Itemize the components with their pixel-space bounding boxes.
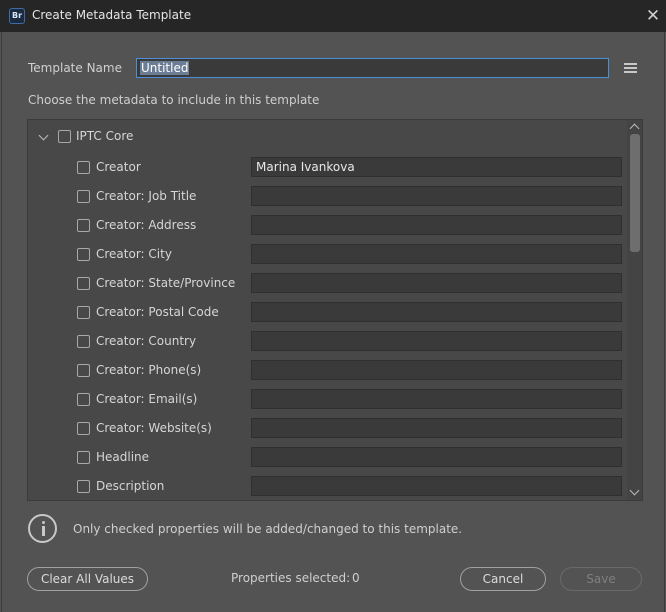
close-icon[interactable]: ✕ — [643, 6, 663, 26]
property-label: Creator: State/Province — [96, 276, 236, 290]
title-bar: Br Create Metadata Template ✕ — [0, 0, 666, 32]
menu-icon[interactable] — [624, 63, 638, 73]
choose-metadata-label: Choose the metadata to include in this t… — [28, 93, 320, 107]
property-checkbox[interactable] — [77, 422, 90, 435]
property-row: Description — [28, 472, 626, 500]
bridge-app-icon: Br — [9, 8, 25, 24]
chevron-down-icon[interactable] — [38, 130, 49, 141]
property-value-field[interactable] — [251, 215, 622, 235]
property-checkbox[interactable] — [77, 335, 90, 348]
property-value-field[interactable] — [251, 186, 622, 206]
template-name-label: Template Name — [28, 61, 122, 75]
property-checkbox[interactable] — [77, 219, 90, 232]
property-label: Creator: Country — [96, 334, 197, 348]
property-row: Creator: Website(s) — [28, 414, 626, 443]
properties-selected-count: 0 — [352, 571, 360, 585]
property-value-field[interactable] — [251, 244, 622, 264]
property-label: Creator: Email(s) — [96, 392, 198, 406]
scroll-up-icon[interactable] — [629, 123, 640, 134]
property-value-field[interactable] — [251, 273, 622, 293]
info-message: Only checked properties will be added/ch… — [73, 522, 463, 536]
info-icon — [28, 514, 57, 543]
property-checkbox[interactable] — [77, 190, 90, 203]
window-title: Create Metadata Template — [32, 8, 192, 22]
property-label: Creator: Postal Code — [96, 305, 219, 319]
property-value-field[interactable] — [251, 331, 622, 351]
property-row: Creator: Email(s) — [28, 385, 626, 414]
group-row-iptc-core: IPTC Core — [28, 122, 626, 151]
property-checkbox[interactable] — [77, 480, 90, 493]
property-value-field[interactable] — [251, 476, 622, 496]
property-row: Creator: State/Province — [28, 269, 626, 298]
scroll-down-icon[interactable] — [629, 485, 640, 496]
property-value-field[interactable] — [251, 447, 622, 467]
property-label: Description — [96, 479, 165, 493]
property-row: Creator: Address — [28, 211, 626, 240]
property-checkbox[interactable] — [77, 277, 90, 290]
property-label: Creator — [96, 160, 141, 174]
property-checkbox[interactable] — [77, 364, 90, 377]
property-row: Creator Marina Ivankova — [28, 153, 626, 182]
property-label: Creator: Phone(s) — [96, 363, 202, 377]
group-label-iptc-core: IPTC Core — [76, 129, 134, 143]
property-value-field[interactable] — [251, 302, 622, 322]
property-checkbox[interactable] — [77, 161, 90, 174]
property-checkbox[interactable] — [77, 248, 90, 261]
property-row: Creator: Job Title — [28, 182, 626, 211]
property-value-field[interactable] — [251, 389, 622, 409]
group-checkbox-iptc-core[interactable] — [58, 130, 71, 143]
template-name-input[interactable]: Untitled — [136, 58, 609, 78]
property-row: Creator: Postal Code — [28, 298, 626, 327]
property-row: Creator: Country — [28, 327, 626, 356]
property-label: Creator: Website(s) — [96, 421, 212, 435]
clear-all-values-button[interactable]: Clear All Values — [27, 567, 148, 591]
property-label: Creator: Job Title — [96, 189, 197, 203]
property-value-field[interactable] — [251, 418, 622, 438]
cancel-button[interactable]: Cancel — [460, 567, 546, 591]
vertical-scrollbar[interactable] — [627, 120, 642, 500]
property-checkbox[interactable] — [77, 306, 90, 319]
metadata-list-panel: IPTC Core Creator Marina Ivankova Creator:… — [27, 119, 643, 501]
property-label: Headline — [96, 450, 150, 464]
property-value-field[interactable]: Marina Ivankova — [251, 157, 622, 177]
template-name-value: Untitled — [140, 61, 190, 75]
property-row: Creator: Phone(s) — [28, 356, 626, 385]
save-button[interactable]: Save — [560, 567, 642, 591]
property-checkbox[interactable] — [77, 451, 90, 464]
property-label: Creator: City — [96, 247, 172, 261]
property-label: Creator: Address — [96, 218, 197, 232]
property-row: Creator: City — [28, 240, 626, 269]
properties-selected-label: Properties selected: — [231, 571, 351, 585]
property-value-field[interactable] — [251, 360, 622, 380]
property-row: Headline — [28, 443, 626, 472]
property-checkbox[interactable] — [77, 393, 90, 406]
scrollbar-thumb[interactable] — [630, 134, 640, 252]
